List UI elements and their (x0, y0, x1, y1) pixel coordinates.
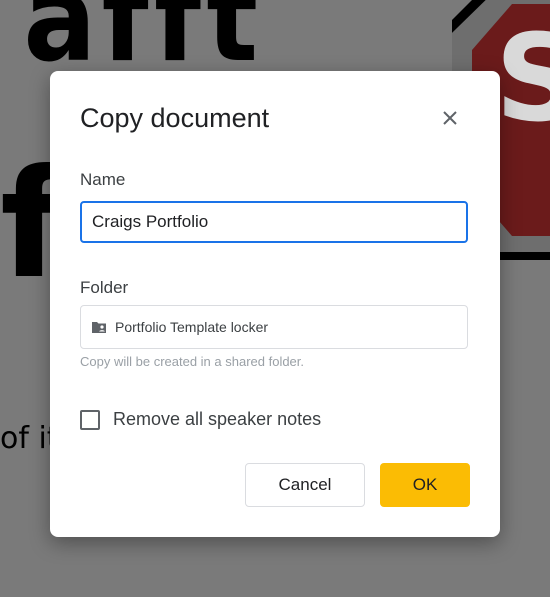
remove-speaker-notes-label: Remove all speaker notes (113, 409, 322, 429)
copy-document-dialog: Copy document Name Craigs Portfolio Fold… (50, 71, 500, 537)
folder-hint: Copy will be created in a shared folder. (80, 354, 305, 369)
folder-name: Portfolio Template locker (115, 319, 269, 335)
dialog-title: Copy document (80, 103, 270, 133)
name-label: Name (80, 170, 126, 189)
name-input[interactable]: Craigs Portfolio (80, 201, 468, 243)
cancel-button[interactable]: Cancel (245, 463, 365, 507)
folder-selector[interactable]: Portfolio Template locker (80, 305, 468, 349)
stop-sign-letter: S (495, 10, 550, 149)
close-button[interactable] (435, 103, 465, 133)
remove-speaker-notes-checkbox[interactable] (80, 409, 100, 430)
folder-label: Folder (80, 278, 129, 297)
ok-button[interactable]: OK (380, 463, 470, 507)
background-text-top: afft (23, 0, 264, 89)
close-icon (443, 111, 457, 125)
shared-folder-icon (91, 320, 107, 334)
remove-speaker-notes-row[interactable]: Remove all speaker notes (80, 409, 321, 430)
